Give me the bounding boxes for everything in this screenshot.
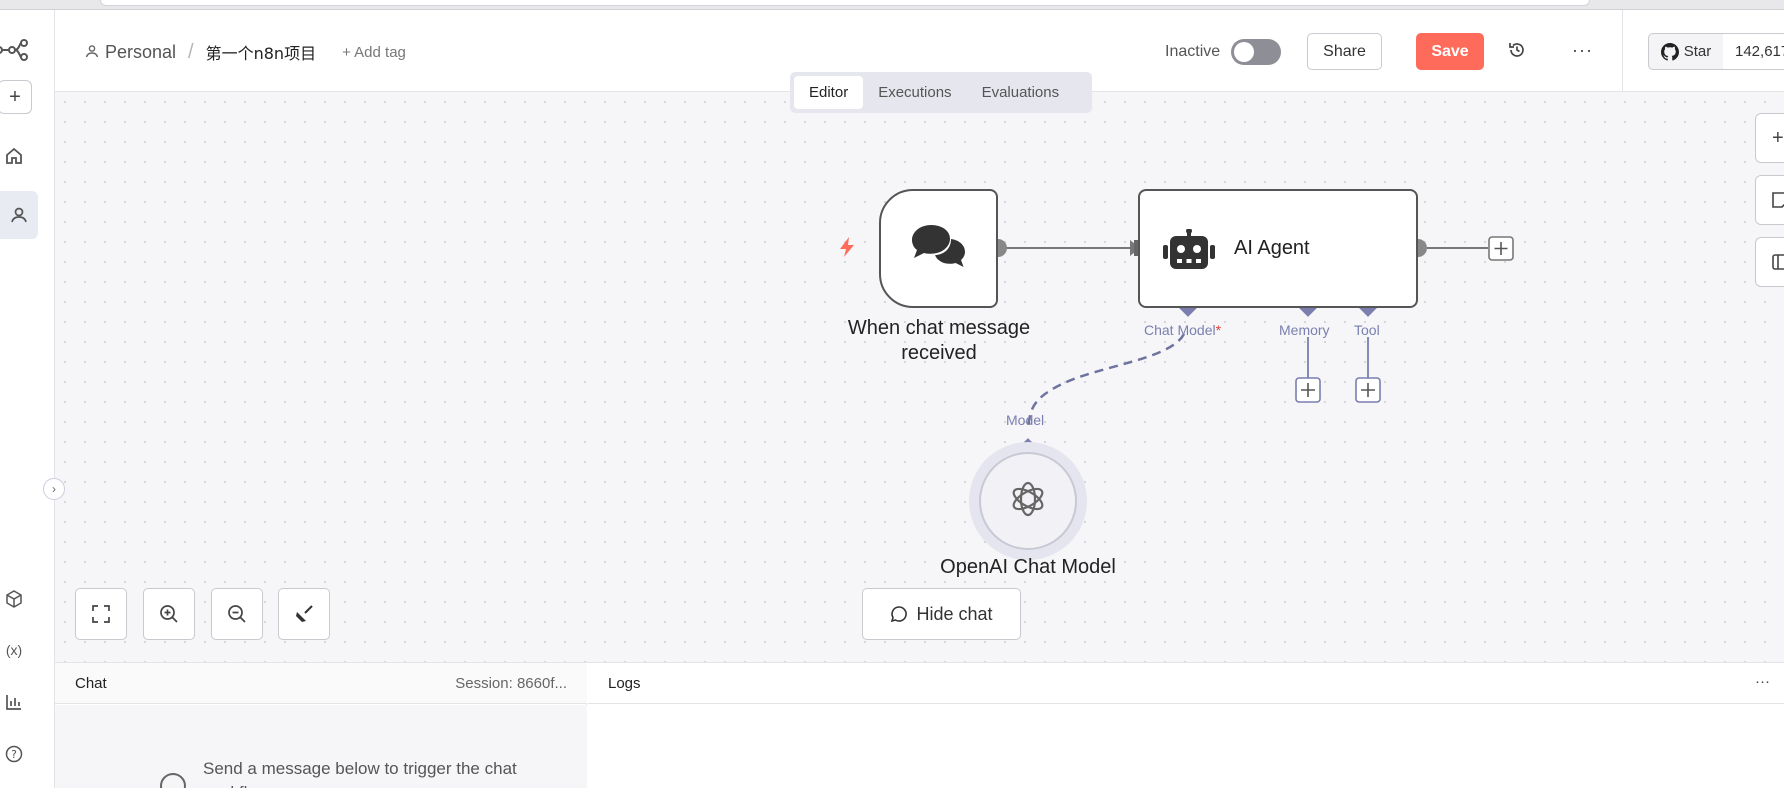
- model-connection-edge[interactable]: [1026, 333, 1186, 431]
- sticky-note-icon: [1772, 192, 1784, 208]
- logs-panel-title: Logs: [608, 675, 641, 692]
- chat-bubbles-icon: [911, 223, 967, 274]
- logs-panel-header: Logs ···: [588, 663, 1784, 704]
- chat-model-port-text: Chat Model: [1144, 322, 1216, 338]
- chat-panel-title: Chat: [75, 675, 107, 692]
- trigger-lightning-icon: [837, 236, 857, 263]
- broom-icon: [296, 605, 313, 622]
- model-node-inner: [979, 452, 1077, 550]
- model-node-label: OpenAI Chat Model: [940, 556, 1116, 578]
- chat-bubble-icon: [891, 606, 908, 623]
- chat-empty-icon: [160, 773, 186, 788]
- panel-icon: [1772, 254, 1784, 270]
- ai-agent-node[interactable]: AI Agent: [1138, 189, 1418, 308]
- zoom-in-icon: [160, 605, 178, 623]
- chat-panel-header: Chat Session: 8660f...: [55, 663, 587, 704]
- robot-icon: [1162, 228, 1216, 276]
- ai-agent-node-label: AI Agent: [1234, 237, 1310, 259]
- chat-model-port-label: Chat Model*: [1144, 322, 1221, 338]
- tab-editor[interactable]: Editor: [794, 76, 864, 109]
- tab-evaluations[interactable]: Evaluations: [967, 76, 1075, 109]
- hide-chat-button[interactable]: Hide chat: [862, 588, 1021, 640]
- fit-view-icon: [92, 605, 110, 623]
- zoom-out-button[interactable]: [211, 588, 263, 640]
- tool-port-label: Tool: [1354, 322, 1380, 338]
- view-tabs: Editor Executions Evaluations: [790, 72, 1092, 113]
- expand-sidebar-chevron-icon[interactable]: ›: [43, 478, 65, 500]
- fit-view-button[interactable]: [75, 588, 127, 640]
- memory-port-label: Memory: [1279, 322, 1330, 338]
- chat-empty-text: Send a message below to trigger the chat…: [203, 759, 517, 788]
- chat-session-id[interactable]: Session: 8660f...: [455, 675, 567, 692]
- zoom-out-icon: [228, 605, 246, 623]
- required-marker: *: [1215, 322, 1222, 338]
- hide-chat-label: Hide chat: [916, 603, 993, 624]
- logs-more-icon[interactable]: ···: [1755, 673, 1770, 690]
- toggle-panel-button[interactable]: [1755, 237, 1784, 287]
- chat-trigger-node[interactable]: [879, 189, 998, 308]
- add-sticky-button[interactable]: [1755, 175, 1784, 225]
- chat-messages: Send a message below to trigger the chat…: [55, 705, 587, 788]
- bottom-panel: Chat Session: 8660f... Send a message be…: [55, 662, 1784, 788]
- zoom-in-button[interactable]: [143, 588, 195, 640]
- plus-icon: +: [1772, 126, 1784, 149]
- trigger-node-label: When chat message received: [847, 317, 1031, 364]
- model-port-label: Model: [1006, 412, 1045, 428]
- tidy-up-button[interactable]: [278, 588, 330, 640]
- openai-logo-icon: [1008, 479, 1048, 524]
- add-node-button[interactable]: +: [1755, 113, 1784, 163]
- openai-chat-model-node[interactable]: [969, 442, 1087, 560]
- tab-executions[interactable]: Executions: [863, 76, 966, 109]
- chat-panel: Chat Session: 8660f... Send a message be…: [55, 663, 587, 788]
